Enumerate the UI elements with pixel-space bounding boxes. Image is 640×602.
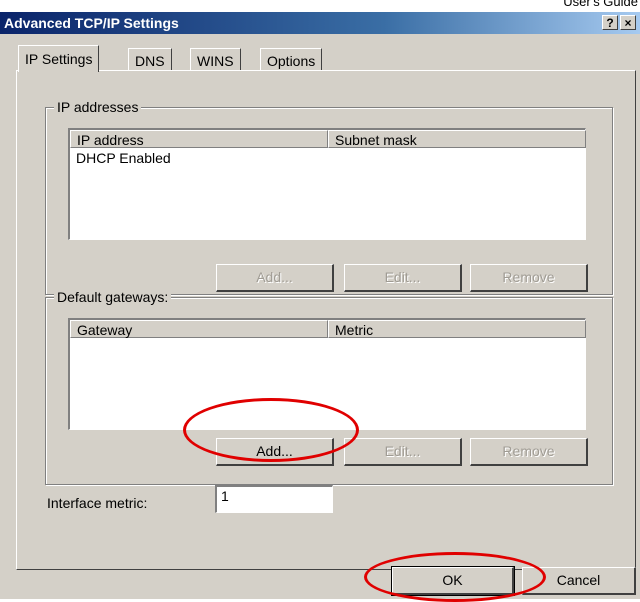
gateway-edit-button[interactable]: Edit...	[344, 438, 462, 466]
ip-settings-panel: IP addresses IP address Subnet mask DHCP…	[16, 70, 636, 570]
ip-address-list[interactable]: IP address Subnet mask DHCP Enabled	[68, 128, 586, 240]
ip-edit-button[interactable]: Edit...	[344, 264, 462, 292]
close-button[interactable]: ×	[620, 15, 636, 30]
gateway-list[interactable]: Gateway Metric	[68, 318, 586, 430]
ip-address-column-header[interactable]: IP address	[70, 130, 328, 148]
interface-metric-field[interactable]: 1	[215, 485, 333, 513]
ip-addresses-group: IP addresses IP address Subnet mask DHCP…	[45, 99, 613, 295]
ip-add-button[interactable]: Add...	[216, 264, 334, 292]
advanced-tcpip-dialog: Advanced TCP/IP Settings ? × IP Settings…	[0, 12, 640, 599]
metric-column-header[interactable]: Metric	[328, 320, 586, 338]
tab-options[interactable]: Options	[260, 48, 323, 70]
help-button[interactable]: ?	[602, 15, 618, 30]
tab-ip-settings[interactable]: IP Settings	[18, 45, 100, 72]
ip-remove-button[interactable]: Remove	[470, 264, 588, 292]
default-gateways-label: Default gateways:	[54, 289, 172, 305]
list-item[interactable]: DHCP Enabled	[76, 150, 171, 166]
gateway-column-header[interactable]: Gateway	[70, 320, 328, 338]
ip-addresses-label: IP addresses	[54, 99, 142, 115]
dialog-title: Advanced TCP/IP Settings	[4, 15, 179, 31]
ok-button[interactable]: OK	[391, 566, 515, 596]
cancel-button[interactable]: Cancel	[522, 567, 636, 595]
default-gateways-group: Default gateways: Gateway Metric Add... …	[45, 289, 613, 485]
title-bar[interactable]: Advanced TCP/IP Settings ? ×	[0, 12, 640, 34]
document-header: User's Guide	[563, 0, 638, 9]
gateway-add-button[interactable]: Add...	[216, 438, 334, 466]
interface-metric-label: Interface metric:	[47, 495, 148, 511]
tab-wins[interactable]: WINS	[190, 48, 241, 70]
subnet-mask-column-header[interactable]: Subnet mask	[328, 130, 586, 148]
gateway-remove-button[interactable]: Remove	[470, 438, 588, 466]
tab-dns[interactable]: DNS	[128, 48, 172, 70]
